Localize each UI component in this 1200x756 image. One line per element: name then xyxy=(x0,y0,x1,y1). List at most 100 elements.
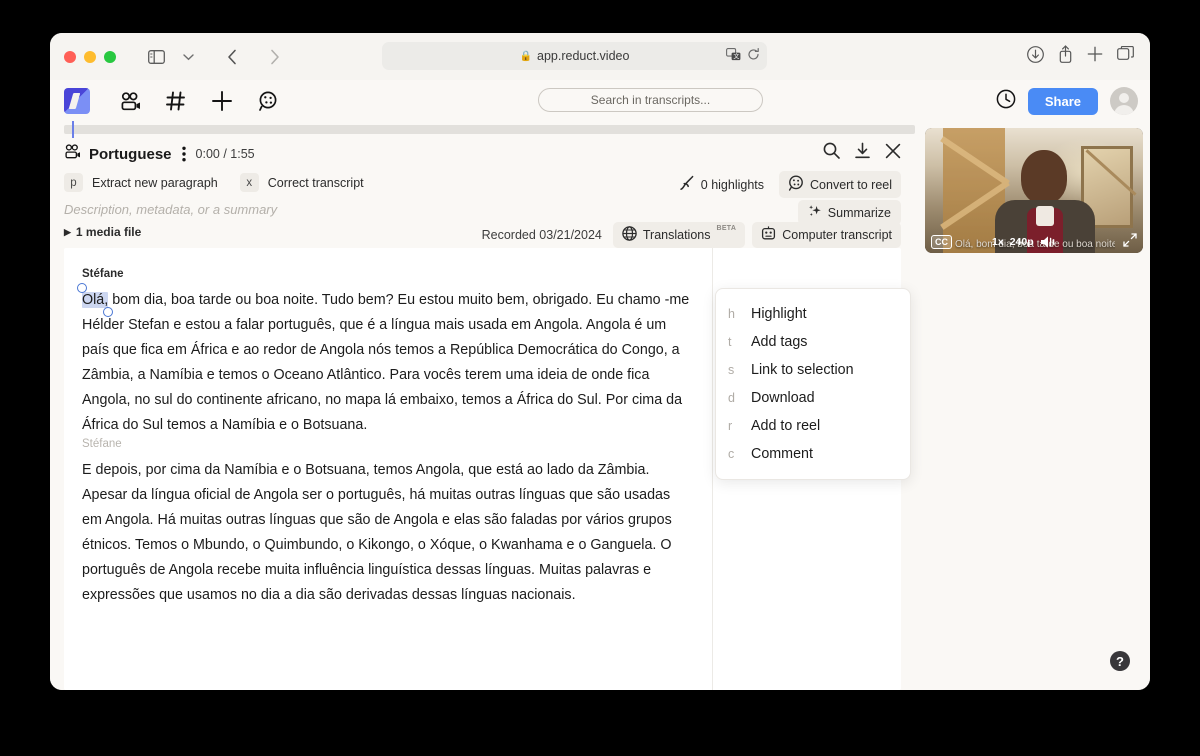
search-input[interactable]: Search in transcripts... xyxy=(538,88,763,112)
new-tab-plus-icon[interactable] xyxy=(1087,46,1103,67)
video-subject-head xyxy=(1021,150,1067,204)
browser-nav-controls xyxy=(142,44,412,70)
transcript-block: Stéfane E depois, por cima da Namíbia e … xyxy=(82,438,690,608)
translations-button[interactable]: Translations BETA xyxy=(612,222,746,248)
document-column: Portuguese 0:00 / 1:55 p Extract new par… xyxy=(50,121,915,690)
lock-icon: 🔒 xyxy=(519,50,532,62)
tab-overview-icon[interactable] xyxy=(1117,45,1134,67)
context-shortcut-key: r xyxy=(728,419,733,433)
help-button[interactable]: ? xyxy=(1110,651,1130,671)
address-bar-actions: 文 xyxy=(726,42,760,70)
share-icon[interactable] xyxy=(1058,45,1073,68)
context-shortcut-key: c xyxy=(728,447,735,461)
browser-window: 🔒 app.reduct.video 文 Search in transcrip… xyxy=(50,33,1150,690)
context-item-highlight[interactable]: h Highlight xyxy=(716,300,910,328)
window-traffic-lights xyxy=(64,50,116,63)
context-item-comment[interactable]: c Comment xyxy=(716,440,910,468)
playback-speed-button[interactable]: 1x xyxy=(992,236,1004,248)
sidebar-toggle-icon[interactable] xyxy=(142,44,170,70)
video-player[interactable]: Olá, bom dia, boa tarde ou boa noite CC … xyxy=(925,128,1143,253)
globe-icon xyxy=(622,226,637,244)
translate-icon[interactable]: 文 xyxy=(726,48,741,64)
transcript-body[interactable]: Stéfane Olá, bom dia, boa tarde ou boa n… xyxy=(64,248,712,690)
hash-icon[interactable] xyxy=(164,89,188,113)
document-header: Portuguese 0:00 / 1:55 xyxy=(50,134,915,164)
shortcut-label: Extract new paragraph xyxy=(92,175,218,190)
download-icon[interactable] xyxy=(854,142,871,164)
svg-text:文: 文 xyxy=(733,53,739,61)
expand-icon[interactable] xyxy=(1123,233,1137,250)
transcript-paragraph[interactable]: E depois, por cima da Namíbia e o Botsua… xyxy=(82,458,690,608)
media-file-label: 1 media file xyxy=(75,225,142,239)
triangle-right-icon: ▶ xyxy=(64,226,71,237)
document-header-actions xyxy=(823,142,901,164)
context-item-link-to-selection[interactable]: s Link to selection xyxy=(716,356,910,384)
maximize-window-button[interactable] xyxy=(104,50,116,63)
browser-chrome: 🔒 app.reduct.video 文 xyxy=(50,33,1150,80)
transcript-block: Stéfane Olá, bom dia, boa tarde ou boa n… xyxy=(82,268,690,438)
meta-row: ▶ 1 media file Recorded 03/21/2024 Trans… xyxy=(50,217,915,248)
context-shortcut-key: d xyxy=(728,391,735,405)
close-window-button[interactable] xyxy=(64,50,76,63)
shortcut-key: x xyxy=(239,173,259,192)
avatar[interactable] xyxy=(1110,87,1138,115)
download-icon[interactable] xyxy=(1027,45,1044,68)
share-button[interactable]: Share xyxy=(1027,87,1098,115)
quality-button[interactable]: 240p xyxy=(1010,236,1034,248)
context-item-add-tags[interactable]: t Add tags xyxy=(716,328,910,356)
context-item-label: Add tags xyxy=(751,334,808,350)
selection-context-menu: h Highlight t Add tags s Link to selecti… xyxy=(715,288,911,480)
description-row: Description, metadata, or a summary Summ… xyxy=(50,192,915,225)
app-toolbar-right: Share xyxy=(996,80,1138,122)
panel-divider xyxy=(712,248,713,690)
browser-toolbar-right xyxy=(1027,33,1134,80)
media-file-toggle[interactable]: ▶ 1 media file xyxy=(64,225,141,239)
forward-arrow-icon[interactable] xyxy=(260,44,288,70)
cc-button[interactable]: CC xyxy=(931,234,952,249)
context-shortcut-key: t xyxy=(728,335,732,349)
video-people-icon[interactable] xyxy=(118,89,142,113)
shortcut-extract-paragraph[interactable]: p Extract new paragraph xyxy=(64,173,218,192)
context-item-label: Comment xyxy=(751,446,813,462)
shortcut-label: Correct transcript xyxy=(267,175,364,190)
app-body: Portuguese 0:00 / 1:55 p Extract new par… xyxy=(50,121,1150,690)
selected-text[interactable]: Olá, xyxy=(82,292,109,308)
speaker-label: Stéfane xyxy=(82,268,124,280)
speaker-label: Stéfane xyxy=(82,438,122,450)
computer-transcript-button[interactable]: Computer transcript xyxy=(752,222,901,248)
shortcut-correct-transcript[interactable]: x Correct transcript xyxy=(239,173,364,192)
minimize-window-button[interactable] xyxy=(84,50,96,63)
more-options-icon[interactable] xyxy=(180,146,188,162)
highlights-label: 0 highlights xyxy=(700,177,765,192)
robot-icon xyxy=(761,226,776,244)
reduct-logo[interactable] xyxy=(64,88,90,114)
chevron-down-icon[interactable] xyxy=(174,44,202,70)
context-item-label: Link to selection xyxy=(751,362,854,378)
reload-icon[interactable] xyxy=(747,48,760,64)
context-item-label: Download xyxy=(751,390,815,406)
shortcut-key: p xyxy=(64,173,83,192)
close-icon[interactable] xyxy=(885,143,901,164)
plus-icon[interactable] xyxy=(210,89,234,113)
timecode: 0:00 / 1:55 xyxy=(195,147,255,161)
context-item-label: Highlight xyxy=(751,306,807,322)
back-arrow-icon[interactable] xyxy=(218,44,246,70)
context-item-label: Add to reel xyxy=(751,418,821,434)
shortcut-toolbar: p Extract new paragraph x Correct transc… xyxy=(50,164,915,198)
record-icon[interactable] xyxy=(256,89,280,113)
beta-badge: BETA xyxy=(716,225,737,232)
recorded-date: Recorded 03/21/2024 xyxy=(481,228,602,242)
context-item-add-to-reel[interactable]: r Add to reel xyxy=(716,412,910,440)
volume-icon[interactable] xyxy=(1040,235,1057,249)
timeline-scrollbar[interactable] xyxy=(64,121,915,138)
search-icon[interactable] xyxy=(823,142,840,164)
context-item-download[interactable]: d Download xyxy=(716,384,910,412)
address-bar[interactable]: 🔒 app.reduct.video 文 xyxy=(382,42,767,70)
url-text: app.reduct.video xyxy=(537,49,630,63)
app-toolbar: Search in transcripts... Share xyxy=(50,80,1150,122)
description-input[interactable]: Description, metadata, or a summary xyxy=(64,202,277,217)
app-nav-icons xyxy=(118,89,280,113)
transcript-paragraph[interactable]: Olá, bom dia, boa tarde ou boa noite. Tu… xyxy=(82,288,690,438)
convert-label: Convert to reel xyxy=(810,177,892,192)
clock-icon[interactable] xyxy=(996,89,1016,114)
